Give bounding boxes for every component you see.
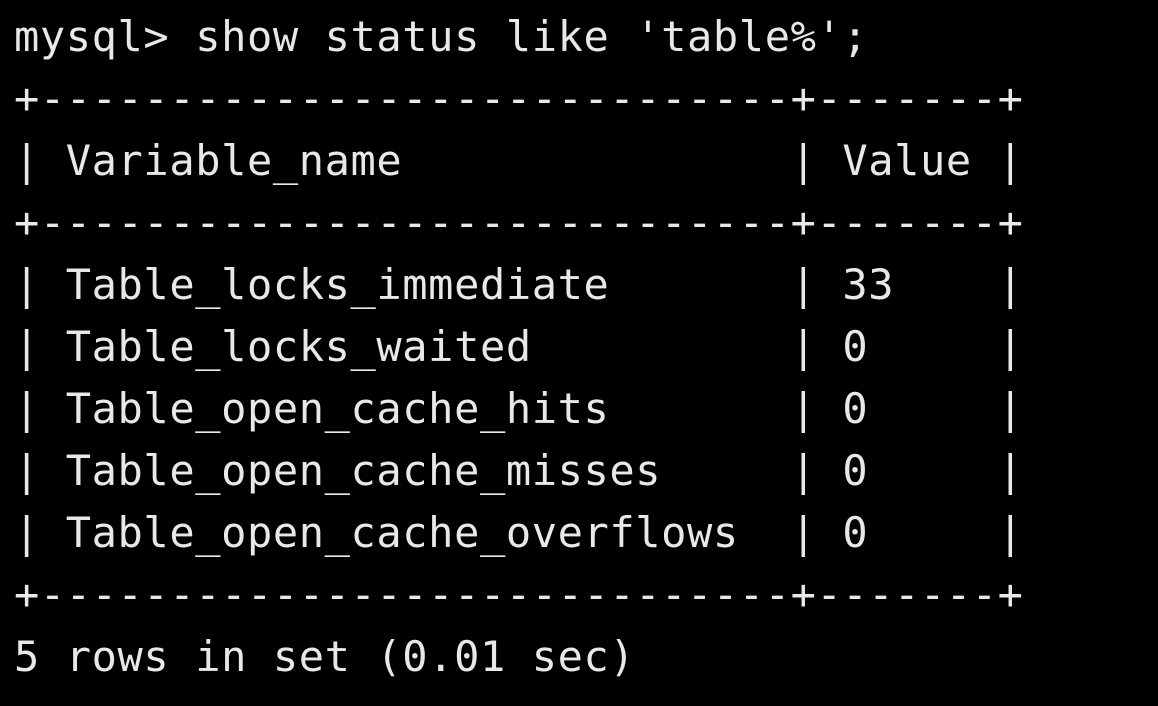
table-row: | Table_locks_immediate | 33 |: [14, 260, 1024, 309]
table-row: | Table_open_cache_overflows | 0 |: [14, 508, 1024, 557]
table-border-bottom: +-----------------------------+-------+: [14, 570, 1024, 619]
result-footer: 5 rows in set (0.01 sec): [14, 632, 636, 681]
table-border-top: +-----------------------------+-------+: [14, 74, 1024, 123]
table-row: | Table_open_cache_misses | 0 |: [14, 446, 1024, 495]
terminal-window[interactable]: mysql> show status like 'table%'; +-----…: [0, 0, 1158, 706]
table-header-row: | Variable_name | Value |: [14, 136, 1024, 185]
command-prompt-line: mysql> show status like 'table%';: [14, 12, 869, 61]
table-row: | Table_open_cache_hits | 0 |: [14, 384, 1024, 433]
table-row: | Table_locks_waited | 0 |: [14, 322, 1024, 371]
table-border-header: +-----------------------------+-------+: [14, 198, 1024, 247]
